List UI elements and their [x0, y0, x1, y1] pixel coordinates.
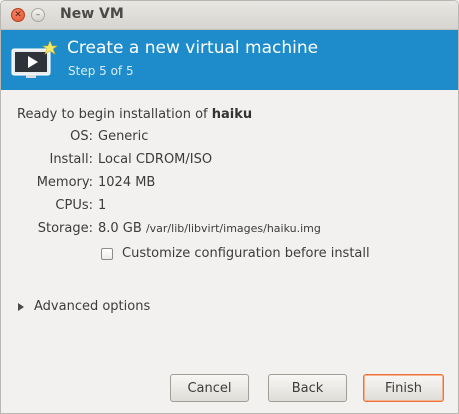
memory-value: 1024 MB [98, 175, 156, 190]
new-vm-window: ✕ – New VM Create a new virtual machine … [0, 0, 459, 414]
wizard-step: Step 5 of 5 [68, 64, 134, 78]
os-label: OS: [70, 129, 93, 144]
wizard-header: Create a new virtual machine Step 5 of 5 [1, 30, 458, 90]
cpus-label: CPUs: [55, 198, 93, 213]
os-value: Generic [98, 129, 149, 144]
ready-message: Ready to begin installation of haiku [17, 107, 252, 122]
memory-label: Memory: [36, 175, 93, 190]
advanced-options-label[interactable]: Advanced options [34, 299, 150, 314]
vm-name: haiku [211, 107, 253, 122]
storage-path: /var/lib/libvirt/images/haiku.img [145, 222, 321, 235]
ready-prefix: Ready to begin installation of [17, 107, 212, 122]
minimize-icon: – [35, 9, 41, 20]
storage-value: 8.0 GB /var/lib/libvirt/images/haiku.img [98, 221, 321, 236]
advanced-options-expander[interactable]: Advanced options [18, 299, 150, 314]
install-value: Local CDROM/ISO [98, 152, 213, 167]
window-title: New VM [60, 6, 124, 22]
expander-arrow-icon[interactable] [18, 302, 24, 311]
summary-row-install: Install: Local CDROM/ISO [1, 152, 458, 170]
close-icon: ✕ [14, 9, 22, 20]
install-label: Install: [49, 152, 93, 167]
summary-row-storage: Storage: 8.0 GB /var/lib/libvirt/images/… [1, 221, 458, 239]
customize-checkbox[interactable] [101, 247, 113, 260]
finish-button[interactable]: Finish [363, 374, 444, 402]
virtual-machine-monitor-icon [11, 41, 58, 78]
cpus-value: 1 [98, 198, 107, 213]
summary-row-os: OS: Generic [1, 129, 458, 147]
storage-size: 8.0 GB [98, 221, 142, 236]
wizard-title: Create a new virtual machine [67, 38, 319, 58]
customize-label[interactable]: Customize configuration before install [122, 246, 370, 261]
minimize-window-button[interactable]: – [31, 8, 45, 22]
summary-row-cpus: CPUs: 1 [1, 198, 458, 216]
close-window-button[interactable]: ✕ [11, 8, 25, 22]
customize-option[interactable]: Customize configuration before install [101, 246, 370, 261]
back-button[interactable]: Back [268, 374, 347, 402]
cancel-button[interactable]: Cancel [170, 374, 249, 402]
storage-label: Storage: [37, 221, 93, 236]
title-bar: ✕ – New VM [1, 1, 458, 30]
summary-row-memory: Memory: 1024 MB [1, 175, 458, 193]
